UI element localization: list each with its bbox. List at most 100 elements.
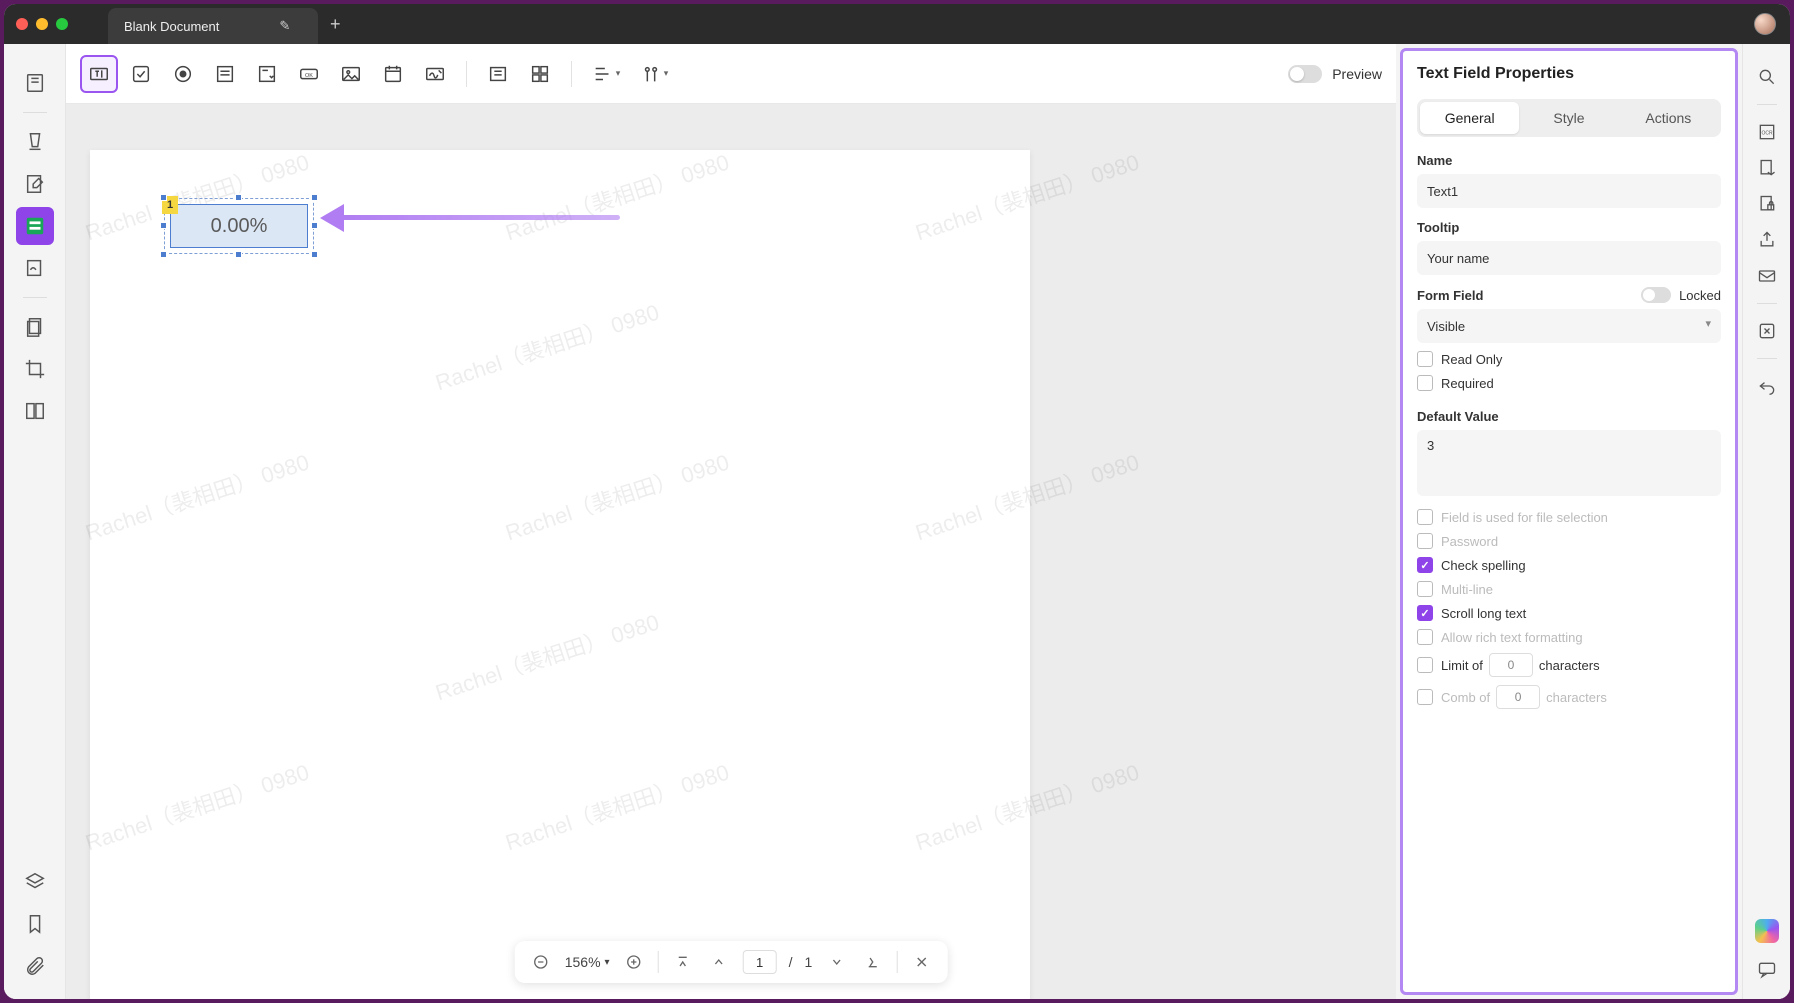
mail-icon[interactable] — [1752, 261, 1782, 291]
button-tool[interactable]: OK — [290, 55, 328, 93]
file-selection-checkbox — [1417, 509, 1433, 525]
svg-text:OCR: OCR — [1761, 131, 1773, 137]
tab-general[interactable]: General — [1420, 102, 1519, 134]
first-page-button[interactable] — [671, 950, 695, 974]
password-row: Password — [1417, 533, 1721, 549]
highlight-icon[interactable] — [16, 123, 54, 161]
watermarks: Rachel（裴相田） 0980 Rachel（裴相田） 0980 Rachel… — [90, 150, 1030, 999]
limit-input[interactable] — [1489, 653, 1533, 677]
file-selection-row: Field is used for file selection — [1417, 509, 1721, 525]
visibility-select[interactable] — [1417, 309, 1721, 343]
tab-style[interactable]: Style — [1519, 102, 1618, 134]
compare-icon[interactable] — [16, 392, 54, 430]
name-input[interactable] — [1417, 174, 1721, 208]
radio-tool[interactable] — [164, 55, 202, 93]
spelling-row[interactable]: Check spelling — [1417, 557, 1721, 573]
layers-icon[interactable] — [16, 863, 54, 901]
limit-row[interactable]: Limit of characters — [1417, 653, 1721, 677]
comment-icon[interactable] — [1752, 955, 1782, 985]
close-controls-button[interactable] — [909, 950, 933, 974]
compress-icon[interactable] — [1752, 316, 1782, 346]
protect-icon[interactable] — [1752, 189, 1782, 219]
close-window-button[interactable] — [16, 18, 28, 30]
bookmark-icon[interactable] — [16, 905, 54, 943]
top-toolbar: OK ▾ ▾ Preview — [66, 44, 1396, 104]
titlebar: Blank Document ✎ + — [4, 4, 1790, 44]
convert-icon[interactable] — [1752, 153, 1782, 183]
canvas: Rachel（裴相田） 0980 Rachel（裴相田） 0980 Rachel… — [66, 104, 1396, 999]
search-icon[interactable] — [1752, 62, 1782, 92]
app-body: OK ▾ ▾ Preview Rachel（裴相田） 0980 Rachel（裴… — [4, 44, 1790, 999]
zoom-dropdown[interactable]: 156%▾ — [565, 954, 610, 970]
readonly-row[interactable]: Read Only — [1417, 351, 1721, 367]
required-checkbox[interactable] — [1417, 375, 1433, 391]
tab-title: Blank Document — [124, 19, 219, 34]
properties-tabs: General Style Actions — [1417, 99, 1721, 137]
comb-checkbox — [1417, 689, 1433, 705]
prev-page-button[interactable] — [707, 950, 731, 974]
date-tool[interactable] — [374, 55, 412, 93]
multiline-row: Multi-line — [1417, 581, 1721, 597]
image-tool[interactable] — [332, 55, 370, 93]
user-avatar[interactable] — [1754, 13, 1776, 35]
window-controls — [16, 18, 68, 30]
locked-label: Locked — [1679, 288, 1721, 303]
text-field-tool[interactable] — [80, 55, 118, 93]
properties-panel: Text Field Properties General Style Acti… — [1400, 48, 1738, 995]
required-row[interactable]: Required — [1417, 375, 1721, 391]
page-separator: / — [789, 954, 793, 970]
next-page-button[interactable] — [824, 950, 848, 974]
ocr-icon[interactable]: OCR — [1752, 117, 1782, 147]
attachment-icon[interactable] — [16, 947, 54, 985]
last-page-button[interactable] — [860, 950, 884, 974]
page-controls: 156%▾ / 1 — [515, 941, 948, 983]
scroll-checkbox[interactable] — [1417, 605, 1433, 621]
pages-icon[interactable] — [16, 308, 54, 346]
undo-icon[interactable] — [1752, 371, 1782, 401]
edit-icon[interactable] — [16, 165, 54, 203]
page-total: 1 — [804, 954, 812, 970]
selected-text-field[interactable]: 0.00% 1 — [164, 198, 314, 254]
preview-toggle[interactable] — [1288, 65, 1322, 83]
comb-input — [1496, 685, 1540, 709]
multiline-checkbox — [1417, 581, 1433, 597]
readonly-checkbox[interactable] — [1417, 351, 1433, 367]
zoom-out-button[interactable] — [529, 950, 553, 974]
scroll-row[interactable]: Scroll long text — [1417, 605, 1721, 621]
page-input[interactable] — [743, 950, 777, 974]
document-page[interactable]: Rachel（裴相田） 0980 Rachel（裴相田） 0980 Rachel… — [90, 150, 1030, 999]
default-value-input[interactable] — [1417, 430, 1721, 496]
align-tool[interactable]: ▾ — [584, 55, 628, 93]
app-logo-icon[interactable] — [1755, 919, 1779, 943]
sign-icon[interactable] — [16, 249, 54, 287]
pencil-icon[interactable]: ✎ — [279, 18, 290, 34]
add-tab-button[interactable]: + — [330, 14, 341, 35]
spelling-checkbox[interactable] — [1417, 557, 1433, 573]
richtext-row: Allow rich text formatting — [1417, 629, 1721, 645]
name-label: Name — [1417, 153, 1721, 168]
form-tool-icon[interactable] — [16, 207, 54, 245]
default-value-label: Default Value — [1417, 409, 1721, 424]
preview-label: Preview — [1332, 66, 1382, 82]
limit-checkbox[interactable] — [1417, 657, 1433, 673]
combobox-tool[interactable] — [248, 55, 286, 93]
tooltip-input[interactable] — [1417, 241, 1721, 275]
tab-actions[interactable]: Actions — [1619, 102, 1718, 134]
fullscreen-window-button[interactable] — [56, 18, 68, 30]
grid-tool[interactable] — [521, 55, 559, 93]
checkbox-tool[interactable] — [122, 55, 160, 93]
locked-toggle[interactable] — [1641, 287, 1671, 303]
thumbnails-icon[interactable] — [16, 64, 54, 102]
minimize-window-button[interactable] — [36, 18, 48, 30]
share-icon[interactable] — [1752, 225, 1782, 255]
signature-tool[interactable] — [416, 55, 454, 93]
comb-row: Comb of characters — [1417, 685, 1721, 709]
crop-icon[interactable] — [16, 350, 54, 388]
document-tab[interactable]: Blank Document ✎ — [108, 8, 318, 44]
more-tools[interactable]: ▾ — [632, 55, 676, 93]
zoom-in-button[interactable] — [622, 950, 646, 974]
field-order-tool[interactable] — [479, 55, 517, 93]
annotation-arrow — [320, 204, 620, 234]
listbox-tool[interactable] — [206, 55, 244, 93]
panel-title: Text Field Properties — [1417, 65, 1721, 83]
